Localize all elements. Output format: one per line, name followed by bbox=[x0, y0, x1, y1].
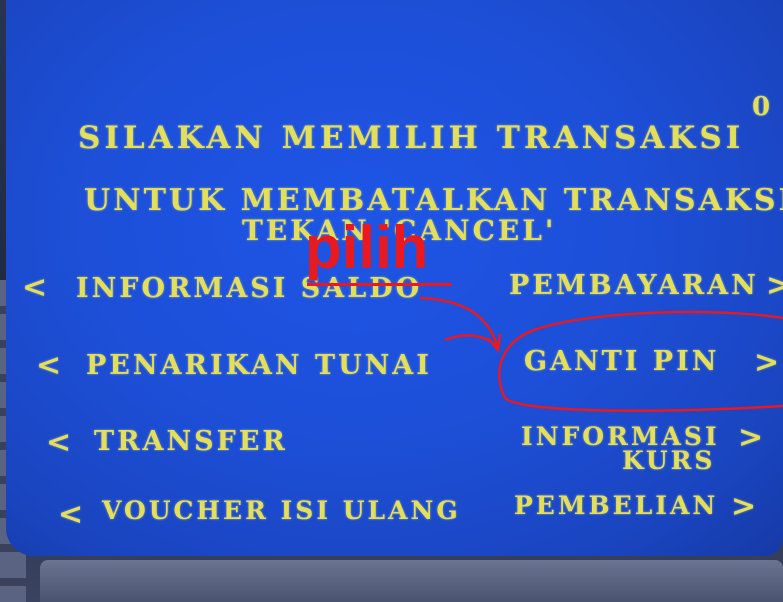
option-voucher-isi-ulang[interactable]: VOUCHER ISI ULANG bbox=[102, 496, 461, 525]
corner-text: 0 bbox=[752, 92, 771, 122]
option-penarikan-tunai[interactable]: PENARIKAN TUNAI bbox=[86, 350, 432, 381]
option-transfer[interactable]: TRANSFER bbox=[94, 426, 288, 457]
right-arrow-icon[interactable]: > bbox=[731, 489, 756, 524]
atm-bottom-frame bbox=[40, 560, 783, 602]
option-pembelian[interactable]: PEMBELIAN bbox=[514, 491, 718, 520]
left-arrow-icon[interactable]: < bbox=[46, 425, 71, 460]
cancel-instruction-line1: UNTUK MEMBATALKAN TRANSAKSI bbox=[84, 183, 783, 218]
annotation-pilih-label: pilih bbox=[305, 214, 429, 281]
right-arrow-icon[interactable]: > bbox=[766, 268, 783, 303]
option-ganti-pin[interactable]: GANTI PIN bbox=[524, 346, 719, 377]
annotation-underline bbox=[307, 283, 452, 286]
left-arrow-icon[interactable]: < bbox=[36, 348, 61, 383]
option-informasi-kurs-line2[interactable]: KURS bbox=[622, 446, 715, 475]
option-pembayaran[interactable]: PEMBAYARAN bbox=[509, 270, 759, 301]
left-arrow-icon[interactable]: < bbox=[58, 497, 83, 532]
right-arrow-icon[interactable]: > bbox=[754, 345, 779, 380]
left-arrow-icon[interactable]: < bbox=[22, 270, 47, 305]
right-arrow-icon[interactable]: > bbox=[738, 420, 763, 455]
screen-title: SILAKAN MEMILIH TRANSAKSI bbox=[78, 120, 745, 156]
